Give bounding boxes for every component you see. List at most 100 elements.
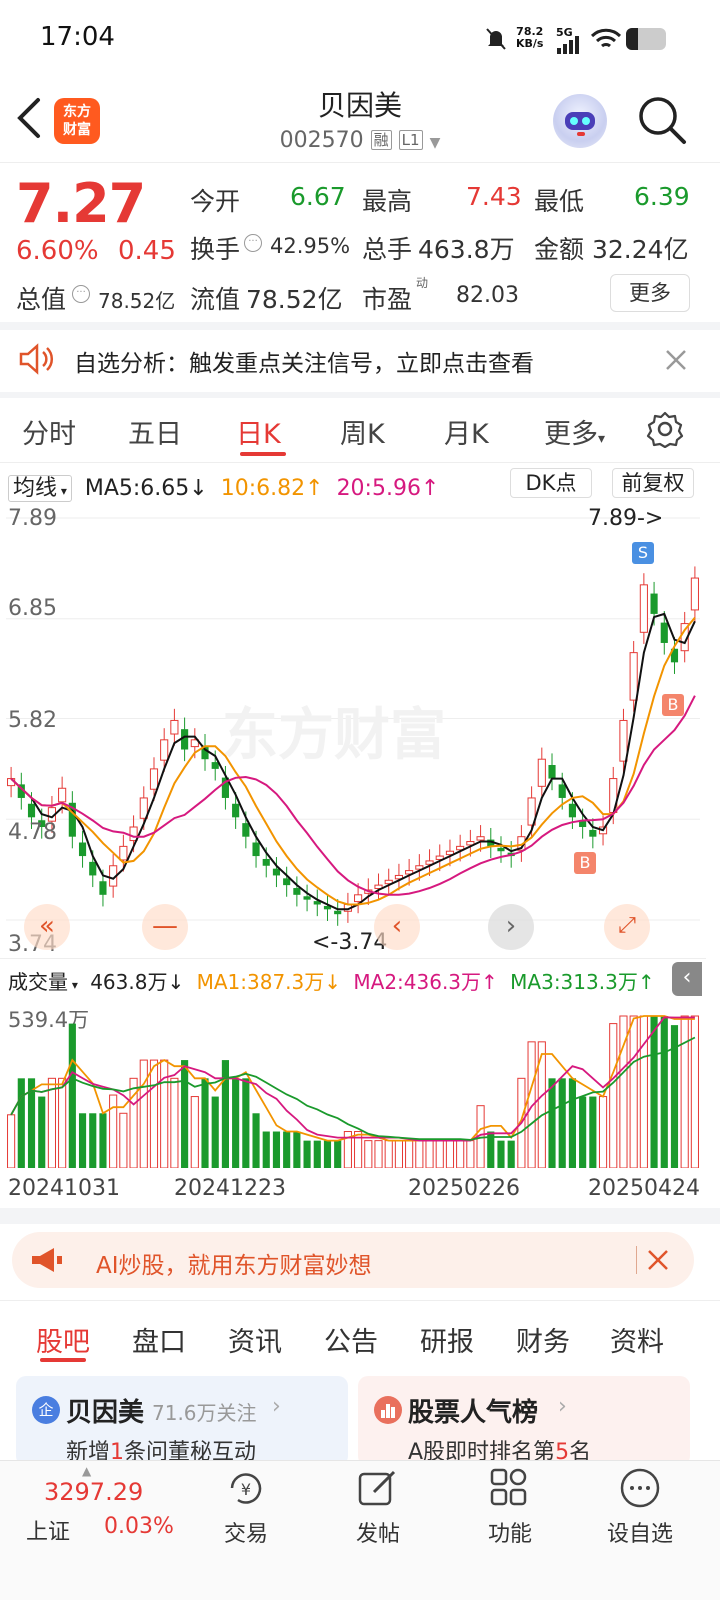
- scroll-left-icon[interactable]: ‹: [374, 904, 420, 950]
- tab-more[interactable]: 更多▾: [544, 412, 605, 451]
- collapse-icon[interactable]: ‹: [672, 962, 702, 996]
- float-value: 78.52亿: [246, 285, 343, 314]
- turnover-value: 42.95%: [270, 234, 351, 258]
- tab-active-indicator: [240, 452, 286, 456]
- volume-bar: [445, 1140, 455, 1168]
- volume-bar: [548, 1078, 556, 1168]
- index-value[interactable]: 3297.29: [44, 1478, 143, 1506]
- ai-banner-text[interactable]: AI炒股，就用东方财富妙想: [96, 1246, 372, 1280]
- index-change[interactable]: 0.03%: [104, 1514, 174, 1539]
- index-name[interactable]: 上证: [26, 1514, 70, 1546]
- tab-announcement[interactable]: 公告: [324, 1320, 378, 1359]
- ma-selector[interactable]: 均线 ▾: [8, 475, 72, 502]
- ma20-value: 20:5.96: [336, 476, 421, 501]
- stock-code-row: 002570 融 L1 ▼: [0, 128, 720, 153]
- pe-value: 82.03: [456, 283, 519, 308]
- volume-bar: [201, 1078, 209, 1168]
- stock-name: 贝因美: [317, 89, 402, 122]
- low-value: 6.39: [634, 182, 690, 211]
- candle: [629, 652, 638, 701]
- tab-finance[interactable]: 财务: [516, 1320, 570, 1359]
- network-speed: 78.2 KB/s: [516, 25, 544, 50]
- volume-bar: [435, 1140, 444, 1168]
- candle: [262, 858, 270, 866]
- battery-icon: [626, 28, 666, 50]
- candle: [283, 878, 291, 886]
- candle: [242, 823, 250, 837]
- search-icon[interactable]: [636, 94, 688, 146]
- tab-day-k[interactable]: 日K: [236, 412, 281, 451]
- amount-value: 32.24亿: [592, 235, 689, 264]
- tab-five-day[interactable]: 五日: [128, 412, 182, 451]
- tab-profile[interactable]: 资料: [610, 1320, 664, 1359]
- candle: [660, 622, 668, 643]
- high-marker: 7.89->: [588, 506, 664, 531]
- volume-bar: [89, 1113, 97, 1168]
- tab-research[interactable]: 研报: [420, 1320, 474, 1359]
- turnover-label: 换手: [190, 235, 241, 264]
- buy-badge[interactable]: B: [574, 852, 596, 874]
- zoom-out-icon[interactable]: —: [142, 904, 188, 950]
- candle: [293, 888, 301, 895]
- close-icon[interactable]: [646, 1248, 670, 1272]
- tab-week-k[interactable]: 周K: [340, 412, 385, 451]
- volume-bar: [589, 1096, 597, 1168]
- info-icon[interactable]: ···: [244, 234, 262, 252]
- volume-chart[interactable]: [6, 996, 700, 1168]
- gear-icon[interactable]: [646, 410, 684, 448]
- volume-bar: [456, 1140, 465, 1168]
- info-icon[interactable]: ···: [72, 285, 90, 303]
- close-icon[interactable]: [664, 348, 688, 372]
- alert-text[interactable]: 自选分析：触发重点关注信号，立即点击查看: [74, 344, 534, 378]
- post-icon[interactable]: [356, 1466, 400, 1508]
- watermark: 东方财富: [222, 703, 446, 768]
- date-axis-tick: 20250226: [408, 1176, 520, 1201]
- robot-avatar[interactable]: [553, 94, 607, 148]
- volume-bar: [139, 1059, 148, 1168]
- mute-bell-icon: [486, 28, 506, 50]
- volume-bar: [415, 1140, 424, 1168]
- tab-handicap[interactable]: 盘口: [132, 1320, 186, 1359]
- volume-bar: [650, 1016, 658, 1168]
- tab-month-k[interactable]: 月K: [444, 412, 489, 451]
- megaphone-icon: [32, 1248, 62, 1272]
- function-icon[interactable]: [488, 1466, 530, 1508]
- stock-code: 002570: [279, 128, 364, 153]
- dk-point-button[interactable]: DK点: [510, 468, 592, 498]
- scroll-right-icon[interactable]: ›: [488, 904, 534, 950]
- volume-bar: [497, 1140, 505, 1168]
- open-label: 今开: [190, 187, 241, 216]
- volume-selector[interactable]: 成交量 ▾: [8, 970, 78, 994]
- trade-icon[interactable]: ¥: [224, 1468, 268, 1508]
- buy-badge[interactable]: B: [662, 694, 684, 716]
- more-button[interactable]: 更多: [610, 274, 690, 312]
- nav-watchlist[interactable]: 设自选: [580, 1516, 700, 1548]
- tab-news[interactable]: 资讯: [228, 1320, 282, 1359]
- volume-bar: [384, 1140, 393, 1168]
- candle: [272, 868, 281, 876]
- collapse-up-icon[interactable]: ▲: [82, 1464, 91, 1478]
- volume-bar: [293, 1131, 301, 1168]
- signal-icon: [557, 36, 579, 54]
- adjust-button[interactable]: 前复权: [612, 468, 694, 498]
- scroll-left-fast-icon[interactable]: «: [24, 904, 70, 950]
- nav-trade[interactable]: 交易: [186, 1516, 306, 1548]
- sell-badge[interactable]: S: [632, 542, 654, 564]
- tab-guba[interactable]: 股吧: [36, 1320, 90, 1359]
- fullscreen-icon[interactable]: ⤢: [604, 904, 650, 950]
- ma5-value: MA5:6.65: [84, 476, 190, 501]
- volume-bar: [680, 1015, 689, 1168]
- nav-function[interactable]: 功能: [450, 1516, 570, 1548]
- tab-timeshare[interactable]: 分时: [22, 412, 76, 451]
- volume-label: 总手: [362, 235, 413, 264]
- level-tag: L1: [398, 130, 423, 150]
- volume-bar: [78, 1113, 87, 1168]
- nav-post[interactable]: 发帖: [318, 1516, 438, 1548]
- dropdown-icon[interactable]: ▼: [430, 135, 441, 151]
- watchlist-icon[interactable]: [618, 1466, 662, 1510]
- volume-bar: [558, 1078, 566, 1168]
- date-axis-tick: 20241223: [174, 1176, 286, 1201]
- current-price: 7.27: [16, 172, 146, 235]
- volume-bar: [170, 1077, 179, 1168]
- volume-bar: [17, 1078, 25, 1168]
